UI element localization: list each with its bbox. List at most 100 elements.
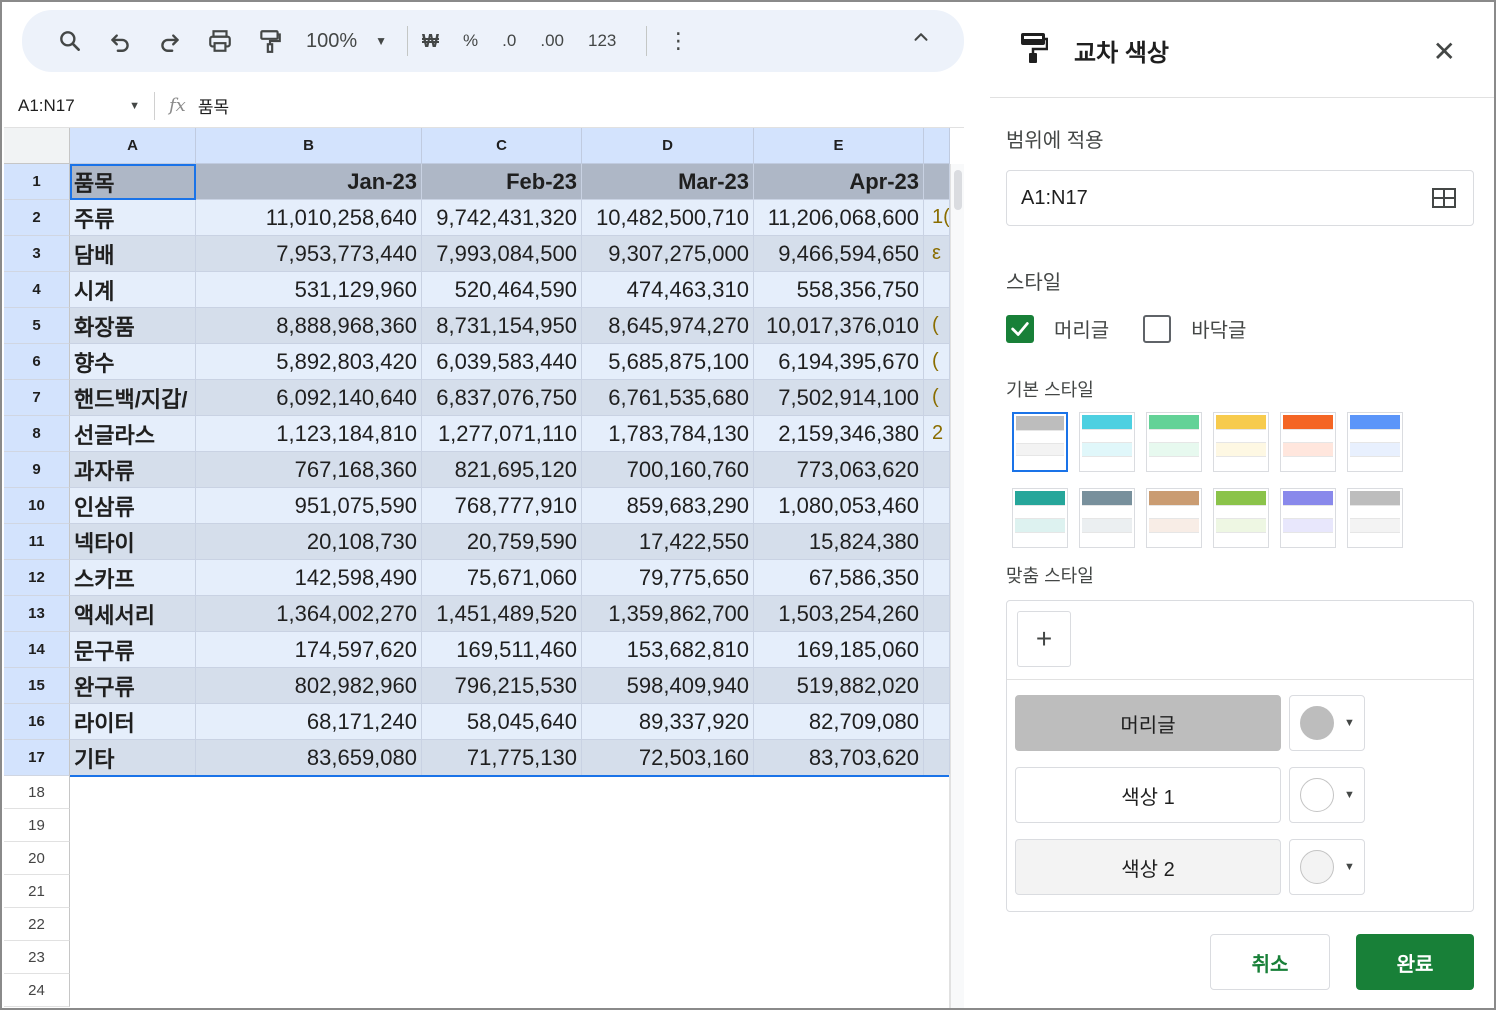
row-header[interactable]: 11 xyxy=(4,524,70,560)
cell[interactable]: 6,761,535,680 xyxy=(582,380,754,416)
color2-role-button[interactable]: 색상 2 xyxy=(1015,839,1281,895)
redo-icon[interactable] xyxy=(150,21,190,61)
cell[interactable]: 향수 xyxy=(70,344,196,380)
column-header-d[interactable]: D xyxy=(582,128,754,164)
increase-decimal-button[interactable]: .00 xyxy=(540,31,564,51)
cell[interactable] xyxy=(924,560,950,596)
cell[interactable]: 7,953,773,440 xyxy=(196,236,422,272)
style-swatch[interactable] xyxy=(1079,488,1135,548)
cell[interactable]: 5,685,875,100 xyxy=(582,344,754,380)
cell[interactable]: 20,759,590 xyxy=(422,524,582,560)
footer-checkbox[interactable] xyxy=(1143,314,1172,343)
number-format-button[interactable]: 123 xyxy=(588,31,616,51)
cell[interactable]: 1,080,053,460 xyxy=(754,488,924,524)
cell[interactable]: 9,466,594,650 xyxy=(754,236,924,272)
cell[interactable]: 2,159,346,380 xyxy=(754,416,924,452)
cell[interactable] xyxy=(924,596,950,632)
cell[interactable]: 6,194,395,670 xyxy=(754,344,924,380)
row-header[interactable]: 3 xyxy=(4,236,70,272)
row-header[interactable]: 14 xyxy=(4,632,70,668)
cell[interactable]: 담배 xyxy=(70,236,196,272)
cell[interactable]: 89,337,920 xyxy=(582,704,754,740)
cell[interactable] xyxy=(924,164,950,200)
name-box[interactable]: A1:N17 ▼ xyxy=(4,96,154,116)
column-header-partial[interactable] xyxy=(924,128,950,164)
row-header[interactable]: 15 xyxy=(4,668,70,704)
style-swatch[interactable] xyxy=(1280,412,1336,472)
cell[interactable]: 169,185,060 xyxy=(754,632,924,668)
range-input[interactable]: A1:N17 xyxy=(1006,170,1474,226)
cell[interactable]: Apr-23 xyxy=(754,164,924,200)
column-header-e[interactable]: E xyxy=(754,128,924,164)
cell[interactable]: 859,683,290 xyxy=(582,488,754,524)
cell[interactable]: 8,731,154,950 xyxy=(422,308,582,344)
color1-role-button[interactable]: 색상 1 xyxy=(1015,767,1281,823)
cell[interactable]: 8,645,974,270 xyxy=(582,308,754,344)
row-header[interactable]: 10 xyxy=(4,488,70,524)
row-header[interactable]: 16 xyxy=(4,704,70,740)
cell[interactable]: 67,586,350 xyxy=(754,560,924,596)
cell[interactable]: 과자류 xyxy=(70,452,196,488)
row-header[interactable]: 19 xyxy=(4,809,70,842)
cell[interactable]: ε xyxy=(924,236,950,272)
scrollbar-thumb[interactable] xyxy=(954,170,962,210)
cancel-button[interactable]: 취소 xyxy=(1210,934,1330,990)
cell[interactable]: 6,092,140,640 xyxy=(196,380,422,416)
cell[interactable]: 6,837,076,750 xyxy=(422,380,582,416)
cell[interactable]: 라이터 xyxy=(70,704,196,740)
row-header[interactable]: 1 xyxy=(4,164,70,200)
cell[interactable]: ( xyxy=(924,308,950,344)
cell[interactable]: 951,075,590 xyxy=(196,488,422,524)
spreadsheet-grid[interactable]: ABCDE 1 2 3 4 5 6 7 8 9 10 11 12 13 14 15 16 17 18 19 20 21 2… xyxy=(4,128,964,1008)
cell[interactable]: 선글라스 xyxy=(70,416,196,452)
cell[interactable]: 83,703,620 xyxy=(754,740,924,776)
close-icon[interactable]: ✕ xyxy=(1433,38,1456,66)
undo-icon[interactable] xyxy=(100,21,140,61)
cell[interactable] xyxy=(924,704,950,740)
zoom-select[interactable]: 100% ▼ xyxy=(306,30,387,53)
row-header[interactable]: 20 xyxy=(4,842,70,875)
cell[interactable]: 액세서리 xyxy=(70,596,196,632)
header-checkbox[interactable] xyxy=(1006,314,1034,343)
more-vert-icon[interactable]: ⋮ xyxy=(667,28,689,54)
cell[interactable]: 83,659,080 xyxy=(196,740,422,776)
style-swatch[interactable] xyxy=(1146,412,1202,472)
cell[interactable]: 558,356,750 xyxy=(754,272,924,308)
cell[interactable]: 1,364,002,270 xyxy=(196,596,422,632)
cell[interactable] xyxy=(924,488,950,524)
cell[interactable]: 174,597,620 xyxy=(196,632,422,668)
cell[interactable]: 773,063,620 xyxy=(754,452,924,488)
currency-format-button[interactable]: ₩ xyxy=(422,31,439,52)
cell[interactable]: 531,129,960 xyxy=(196,272,422,308)
cell[interactable]: 767,168,360 xyxy=(196,452,422,488)
column-header-b[interactable]: B xyxy=(196,128,422,164)
cell[interactable]: 11,206,068,600 xyxy=(754,200,924,236)
row-header[interactable]: 22 xyxy=(4,908,70,941)
cell[interactable]: 796,215,530 xyxy=(422,668,582,704)
cell[interactable]: 7,993,084,500 xyxy=(422,236,582,272)
row-header[interactable]: 9 xyxy=(4,452,70,488)
decrease-decimal-button[interactable]: .0 xyxy=(502,31,516,51)
cell[interactable]: 1,783,784,130 xyxy=(582,416,754,452)
cell[interactable] xyxy=(924,452,950,488)
style-swatch[interactable] xyxy=(1213,412,1269,472)
cell[interactable]: 474,463,310 xyxy=(582,272,754,308)
cell[interactable] xyxy=(924,272,950,308)
style-swatch[interactable] xyxy=(1079,412,1135,472)
cell[interactable]: 68,171,240 xyxy=(196,704,422,740)
vertical-scrollbar[interactable] xyxy=(950,164,964,1008)
cell[interactable]: 520,464,590 xyxy=(422,272,582,308)
color1-picker[interactable]: ▼ xyxy=(1289,767,1365,823)
style-swatch[interactable] xyxy=(1012,488,1068,548)
cell[interactable]: 9,307,275,000 xyxy=(582,236,754,272)
cell[interactable] xyxy=(924,632,950,668)
row-header[interactable]: 17 xyxy=(4,740,70,776)
style-swatch[interactable] xyxy=(1213,488,1269,548)
cell[interactable]: 20,108,730 xyxy=(196,524,422,560)
row-header[interactable]: 6 xyxy=(4,344,70,380)
cell[interactable]: 2 xyxy=(924,416,950,452)
cell[interactable]: 15,824,380 xyxy=(754,524,924,560)
cell[interactable]: 완구류 xyxy=(70,668,196,704)
header-color-picker[interactable]: ▼ xyxy=(1289,695,1365,751)
cell[interactable]: 75,671,060 xyxy=(422,560,582,596)
